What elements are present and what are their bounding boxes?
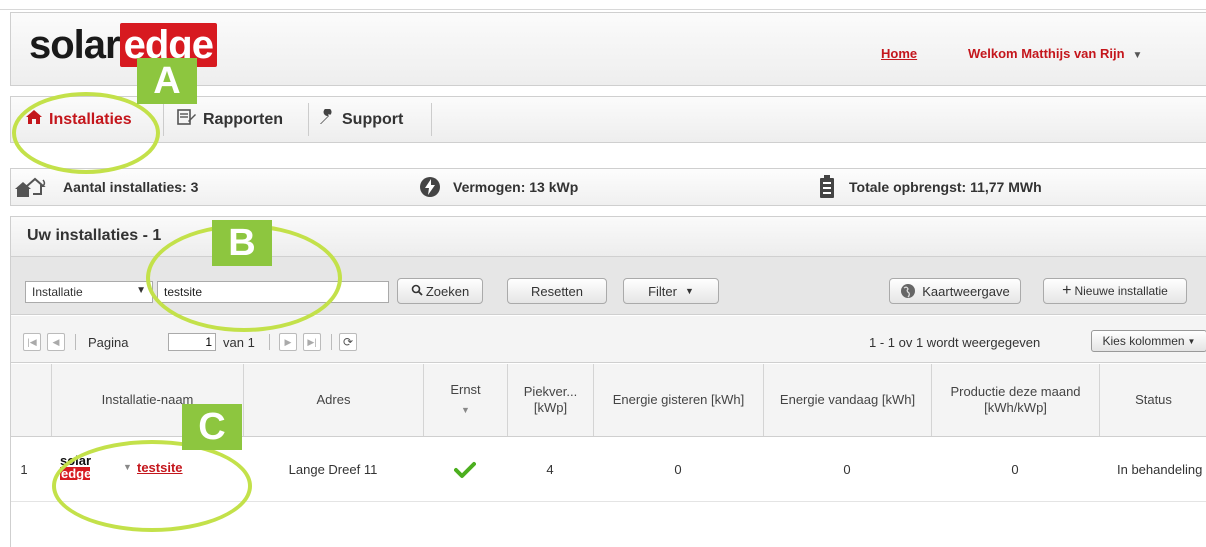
search-button[interactable]: Zoeken xyxy=(397,278,483,304)
page-number-input[interactable] xyxy=(168,333,216,351)
col-status-header[interactable]: Status xyxy=(1099,364,1206,436)
filter-button[interactable]: Filter ▼ xyxy=(623,278,719,304)
home-link[interactable]: Home xyxy=(881,46,917,61)
battery-icon xyxy=(819,175,835,199)
results-summary: 1 - 1 ov 1 wordt weergegeven xyxy=(869,335,1041,350)
choose-columns-button[interactable]: Kies kolommen ▼ xyxy=(1091,330,1206,352)
reset-button-label: Resetten xyxy=(530,283,584,299)
reset-button[interactable]: Resetten xyxy=(507,278,607,304)
chevron-down-icon: ▼ xyxy=(684,286,694,296)
filter-button-label: Filter xyxy=(648,283,677,299)
annotation-badge-b: B xyxy=(212,220,272,266)
next-page-icon[interactable]: ▶ xyxy=(279,333,297,351)
pager-divider xyxy=(331,334,332,350)
row-production-month: 0 xyxy=(1011,462,1019,477)
caret-down-icon: ▼ xyxy=(1187,336,1196,346)
stat-yield-text: Totale opbrengst: 11,77 MWh xyxy=(849,179,1042,195)
new-installation-button[interactable]: + Nieuwe installatie xyxy=(1043,278,1187,304)
stat-power: Vermogen: 13 kWp xyxy=(419,169,578,205)
last-page-icon[interactable]: ▶| xyxy=(303,333,321,351)
page-of-label: van 1 xyxy=(223,335,255,350)
chevron-down-icon: ▼ xyxy=(1132,50,1143,61)
row-energy-yesterday: 0 xyxy=(674,462,682,477)
annotation-badge-a: A xyxy=(137,58,197,104)
search-icon xyxy=(411,284,423,299)
stat-installations: Aantal installaties: 3 xyxy=(13,169,198,205)
new-installation-label: Nieuwe installatie xyxy=(1074,284,1168,298)
plus-icon: + xyxy=(1062,282,1072,299)
select-value: Installatie xyxy=(32,285,83,299)
stat-installations-text: Aantal installaties: 3 xyxy=(63,179,199,195)
report-icon xyxy=(177,109,197,130)
row-energy-today: 0 xyxy=(843,462,851,477)
pager-divider xyxy=(269,334,270,350)
map-view-button[interactable]: Kaartweergave xyxy=(889,278,1021,304)
refresh-icon[interactable]: ⟳ xyxy=(339,333,357,351)
pager-divider xyxy=(75,334,76,350)
stats-bar: Aantal installaties: 3 Vermogen: 13 kWp … xyxy=(10,168,1206,206)
row-status: In behandeling xyxy=(1117,462,1203,477)
annotation-ring-a xyxy=(12,92,160,174)
tab-divider xyxy=(163,103,164,136)
annotation-ring-c xyxy=(52,440,252,532)
globe-icon xyxy=(900,283,916,299)
stat-power-text: Vermogen: 13 kWp xyxy=(453,179,579,195)
search-button-label: Zoeken xyxy=(425,283,470,299)
stat-yield: Totale opbrengst: 11,77 MWh xyxy=(819,169,1042,205)
col-production-month-header[interactable]: Productie deze maand [kWh/kWp] xyxy=(931,364,1099,436)
map-view-label: Kaartweergave xyxy=(922,283,1010,299)
sort-down-icon: ▼ xyxy=(461,405,470,415)
row-peak: 4 xyxy=(546,462,554,477)
col-address-header[interactable]: Adres xyxy=(243,364,423,436)
chevron-down-icon: ▼ xyxy=(136,285,146,296)
wrench-icon xyxy=(318,108,336,130)
lightning-icon xyxy=(419,176,441,198)
annotation-badge-c: C xyxy=(182,404,242,450)
choose-columns-label: Kies kolommen xyxy=(1102,334,1185,348)
welcome-text: Welkom Matthijs van Rijn xyxy=(968,46,1125,61)
row-index: 1 xyxy=(20,462,28,477)
col-energy-yesterday-header[interactable]: Energie gisteren [kWh] xyxy=(593,364,763,436)
search-field-select[interactable]: Installatie ▼ xyxy=(25,281,153,303)
user-menu[interactable]: Welkom Matthijs van Rijn ▼ xyxy=(968,46,1142,61)
severity-label: Ernst xyxy=(450,382,481,397)
tab-divider xyxy=(308,103,309,136)
tab-label: Support xyxy=(342,110,404,128)
top-divider xyxy=(0,9,1206,10)
page-label: Pagina xyxy=(88,335,129,350)
houses-icon xyxy=(13,175,49,199)
tab-label: Rapporten xyxy=(203,110,283,128)
tab-divider xyxy=(431,103,432,136)
row-address: Lange Dreef 11 xyxy=(288,462,378,477)
severity-ok-icon xyxy=(423,438,507,501)
col-peak-header[interactable]: Piekver... [kWp] xyxy=(507,364,593,436)
tab-support[interactable]: Support xyxy=(318,97,403,142)
prev-page-icon[interactable]: ◀ xyxy=(47,333,65,351)
col-energy-today-header[interactable]: Energie vandaag [kWh] xyxy=(763,364,931,436)
first-page-icon[interactable]: |◀ xyxy=(23,333,41,351)
col-severity-header[interactable]: Ernst ▼ xyxy=(423,364,507,436)
